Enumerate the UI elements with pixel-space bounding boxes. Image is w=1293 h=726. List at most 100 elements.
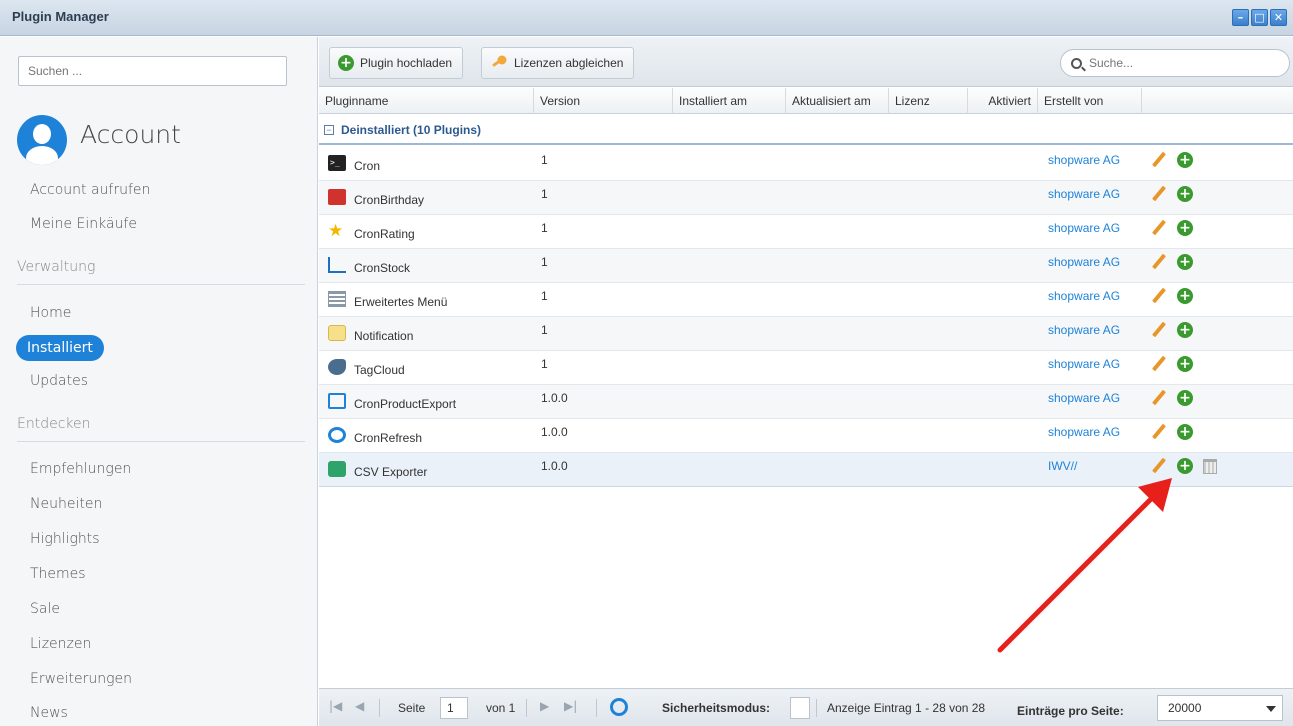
install-plus-icon[interactable]: +: [1177, 186, 1193, 202]
plugin-author-link[interactable]: shopware AG: [1048, 391, 1120, 405]
table-row[interactable]: >_ Cron 1 shopware AG +: [319, 147, 1293, 181]
edit-pencil-icon[interactable]: [1151, 356, 1167, 372]
plugin-author-link[interactable]: shopware AG: [1048, 153, 1120, 167]
page-number-input[interactable]: [440, 697, 468, 719]
sidebar-item-installiert[interactable]: Installiert: [16, 335, 104, 361]
sidebar-item-account-open[interactable]: Account aufrufen: [30, 182, 150, 198]
trash-icon[interactable]: [1203, 458, 1217, 474]
plugin-rows: >_ Cron 1 shopware AG + CronBirthday 1 s…: [319, 147, 1293, 487]
plugin-name: CSV Exporter: [354, 465, 428, 479]
plugin-author-link[interactable]: shopware AG: [1048, 323, 1120, 337]
edit-pencil-icon[interactable]: [1151, 424, 1167, 440]
plugin-name: CronRefresh: [354, 431, 423, 445]
edit-pencil-icon[interactable]: [1151, 390, 1167, 406]
maximize-icon[interactable]: □: [1251, 9, 1268, 26]
sidebar: Account Account aufrufen Meine Einkäufe …: [0, 37, 318, 726]
install-plus-icon[interactable]: +: [1177, 356, 1193, 372]
sidebar-item-neuheiten[interactable]: Neuheiten: [30, 496, 102, 512]
column-header-installiert[interactable]: Installiert am: [673, 88, 786, 114]
sidebar-item-sale[interactable]: Sale: [30, 601, 60, 617]
divider: [596, 699, 597, 717]
plugin-version: 1: [541, 289, 548, 303]
column-header-aktiviert[interactable]: Aktiviert: [968, 88, 1038, 114]
divider: [379, 699, 380, 717]
install-plus-icon[interactable]: +: [1177, 322, 1193, 338]
install-plus-icon[interactable]: +: [1177, 458, 1193, 474]
terminal-icon: >_: [328, 155, 346, 171]
last-page-icon[interactable]: ▶|: [564, 699, 577, 713]
table-row[interactable]: CronRefresh 1.0.0 shopware AG +: [319, 419, 1293, 453]
close-icon[interactable]: ✕: [1270, 9, 1287, 26]
edit-pencil-icon[interactable]: [1151, 322, 1167, 338]
upload-plugin-label: Plugin hochladen: [360, 56, 453, 70]
sidebar-section-verwaltung: Verwaltung: [17, 259, 96, 275]
install-plus-icon[interactable]: +: [1177, 254, 1193, 270]
upload-plugin-button[interactable]: + Plugin hochladen: [329, 47, 464, 79]
per-page-select[interactable]: 20000: [1157, 695, 1283, 721]
install-plus-icon[interactable]: +: [1177, 288, 1193, 304]
column-header-pluginname[interactable]: Pluginname: [319, 88, 534, 114]
plugin-author-link[interactable]: shopware AG: [1048, 221, 1120, 235]
divider: [526, 699, 527, 717]
sidebar-item-highlights[interactable]: Highlights: [30, 531, 100, 547]
sidebar-item-news[interactable]: News: [30, 705, 68, 721]
grid-search-input[interactable]: [1089, 56, 1269, 70]
account-avatar-icon: [17, 115, 67, 165]
install-plus-icon[interactable]: +: [1177, 152, 1193, 168]
column-header-version[interactable]: Version: [534, 88, 673, 114]
first-page-icon[interactable]: |◀: [329, 699, 342, 713]
sidebar-item-home[interactable]: Home: [30, 305, 71, 321]
table-row[interactable]: TagCloud 1 shopware AG +: [319, 351, 1293, 385]
next-page-icon[interactable]: ▶: [540, 699, 549, 713]
group-header-uninstalled[interactable]: − Deinstalliert (10 Plugins): [319, 115, 1293, 145]
collapse-icon[interactable]: −: [324, 125, 334, 135]
table-row[interactable]: CronStock 1 shopware AG +: [319, 249, 1293, 283]
table-row[interactable]: Erweitertes Menü 1 shopware AG +: [319, 283, 1293, 317]
sidebar-item-themes[interactable]: Themes: [30, 566, 86, 582]
plugin-name: CronBirthday: [354, 193, 425, 207]
table-row[interactable]: CronBirthday 1 shopware AG +: [319, 181, 1293, 215]
safe-mode-checkbox[interactable]: [790, 697, 810, 719]
sidebar-item-my-purchases[interactable]: Meine Einkäufe: [30, 216, 137, 232]
sidebar-item-erweiterungen[interactable]: Erweiterungen: [30, 671, 132, 687]
chart-icon: [328, 257, 346, 273]
plugin-author-link[interactable]: IWV//: [1048, 459, 1077, 473]
edit-pencil-icon[interactable]: [1151, 288, 1167, 304]
plugin-author-link[interactable]: shopware AG: [1048, 357, 1120, 371]
sidebar-item-updates[interactable]: Updates: [30, 373, 88, 389]
plugin-version: 1.0.0: [541, 425, 568, 439]
sidebar-search-input[interactable]: [18, 56, 287, 86]
plugin-author-link[interactable]: shopware AG: [1048, 255, 1120, 269]
edit-pencil-icon[interactable]: [1151, 458, 1167, 474]
edit-pencil-icon[interactable]: [1151, 152, 1167, 168]
reload-icon[interactable]: [610, 698, 628, 716]
plugin-author-link[interactable]: shopware AG: [1048, 425, 1120, 439]
edit-pencil-icon[interactable]: [1151, 220, 1167, 236]
divider: [816, 699, 817, 717]
sidebar-item-empfehlungen[interactable]: Empfehlungen: [30, 461, 131, 477]
edit-pencil-icon[interactable]: [1151, 254, 1167, 270]
window-controls: – □ ✕: [1232, 9, 1287, 26]
plugin-author-link[interactable]: shopware AG: [1048, 187, 1120, 201]
table-row[interactable]: CSV Exporter 1.0.0 IWV// +: [319, 453, 1293, 487]
column-header-lizenz[interactable]: Lizenz: [889, 88, 968, 114]
toolbar: + Plugin hochladen Lizenzen abgleichen: [319, 37, 1293, 87]
tag-icon: [328, 359, 346, 375]
window-title: Plugin Manager: [12, 9, 109, 24]
sync-licenses-button[interactable]: Lizenzen abgleichen: [481, 47, 635, 79]
install-plus-icon[interactable]: +: [1177, 220, 1193, 236]
install-plus-icon[interactable]: +: [1177, 390, 1193, 406]
table-row[interactable]: CronProductExport 1.0.0 shopware AG +: [319, 385, 1293, 419]
install-plus-icon[interactable]: +: [1177, 424, 1193, 440]
grid-search[interactable]: [1060, 49, 1290, 77]
sidebar-divider: [17, 441, 305, 442]
column-header-erstellt[interactable]: Erstellt von: [1038, 88, 1142, 114]
column-header-aktualisiert[interactable]: Aktualisiert am: [786, 88, 889, 114]
minimize-icon[interactable]: –: [1232, 9, 1249, 26]
table-row[interactable]: Notification 1 shopware AG +: [319, 317, 1293, 351]
sidebar-item-lizenzen[interactable]: Lizenzen: [30, 636, 91, 652]
edit-pencil-icon[interactable]: [1151, 186, 1167, 202]
prev-page-icon[interactable]: ◀: [355, 699, 364, 713]
table-row[interactable]: ★ CronRating 1 shopware AG +: [319, 215, 1293, 249]
plugin-author-link[interactable]: shopware AG: [1048, 289, 1120, 303]
